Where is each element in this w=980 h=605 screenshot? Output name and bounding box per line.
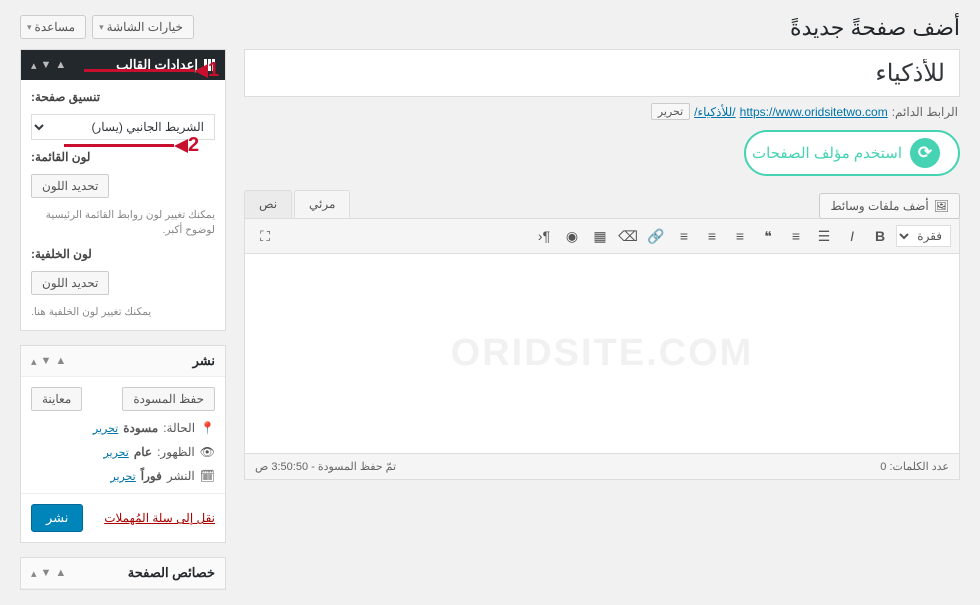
align-right-icon[interactable]: ≡ [728,224,752,248]
publish-panel: نشر ▲▼▴ حفظ المسودة معاينة 📍 الحالة: مسو… [20,345,226,543]
readmore-icon[interactable]: ⌫ [616,224,640,248]
shortcode-icon[interactable]: ◉ [560,224,584,248]
title-area: 1 [244,49,960,97]
page-attributes-header[interactable]: خصائص الصفحة ▲▼▴ [21,558,225,589]
theme-settings-panel: إعدادات القالب ▲▼▴ تنسيق صفحة: الشريط ال… [20,49,226,331]
paragraph-format-select[interactable]: فقرة [896,225,951,247]
toolbar-toggle-icon[interactable]: ▦ [588,224,612,248]
tab-text[interactable]: نص [244,190,292,218]
page-builder-button[interactable]: ⟳ استخدم مؤلف الصفحات [744,130,960,176]
menu-color-button[interactable]: تحديد اللون [31,174,109,198]
help-button[interactable]: مساعدة [20,15,86,39]
bg-color-label: لون الخلفية: [31,247,92,261]
tab-visual[interactable]: مرئي [294,190,350,218]
save-draft-button[interactable]: حفظ المسودة [122,387,215,411]
pin-icon: 📍 [200,421,215,435]
collapse-icon[interactable]: ▴ [31,355,37,368]
permalink-label: الرابط الدائم: [892,105,958,119]
preview-button[interactable]: معاينة [31,387,82,411]
align-center-icon[interactable]: ≡ [700,224,724,248]
editor-status-bar: عدد الكلمات: 0 تمّ حفظ المسودة - 3:50:50… [244,454,960,480]
schedule-row: 🗓 النشر فوراً تحرير [31,469,215,483]
page-attributes-panel: خصائص الصفحة ▲▼▴ [20,557,226,590]
link-icon[interactable]: 🔗 [644,224,668,248]
eye-icon: 👁 [200,445,215,459]
bold-icon[interactable]: B [868,224,892,248]
page-title-input[interactable] [244,49,960,97]
permalink-base[interactable]: https://www.oridsitetwo.com [740,105,888,119]
annotation-1: 1 [84,59,227,82]
italic-icon[interactable]: I [840,224,864,248]
schedule-edit-link[interactable]: تحرير [110,470,135,483]
page-heading: أضف صفحةً جديدةً [790,15,960,41]
editor-toolbar: فقرة B I ☰ ≡ ❝ ≡ ≡ ≡ 🔗 ⌫ ▦ ◉ ¶‹ ⛶ [244,218,960,254]
quote-icon[interactable]: ❝ [756,224,780,248]
calendar-icon: 🗓 [200,469,215,483]
bullet-list-icon[interactable]: ☰ [812,224,836,248]
arrow-down-icon[interactable]: ▼ [41,567,52,580]
add-media-button[interactable]: 🖼 أضف ملفات وسائط [819,193,960,219]
arrow-up-icon[interactable]: ▲ [55,355,66,368]
camera-icon: 🖼 [934,199,949,213]
visibility-row: 👁 الظهور: عام تحرير [31,445,215,459]
ltr-icon[interactable]: ¶‹ [532,224,556,248]
arrow-up-icon[interactable]: ▲ [55,59,66,72]
arrow-down-icon[interactable]: ▼ [41,355,52,368]
annotation-2: 2 [64,134,207,157]
watermark: ORIDSITE.COM [451,332,754,375]
visibility-edit-link[interactable]: تحرير [103,446,128,459]
bg-color-hint: يمكنك تغيير لون الخلفية هنا. [31,305,151,320]
align-left-icon[interactable]: ≡ [672,224,696,248]
number-list-icon[interactable]: ≡ [784,224,808,248]
move-to-trash-link[interactable]: نقل إلى سلة المُهملات [104,511,215,525]
permalink-slug[interactable]: /للأذكياء/ [694,105,735,119]
collapse-icon[interactable]: ▴ [31,59,37,72]
permalink-row: الرابط الدائم: https://www.oridsitetwo.c… [246,103,958,120]
status-row: 📍 الحالة: مسودة تحرير [31,421,215,435]
bg-color-button[interactable]: تحديد اللون [31,271,109,295]
fullscreen-icon[interactable]: ⛶ [253,224,277,248]
editor-body[interactable]: ORIDSITE.COM [244,254,960,454]
builder-icon: ⟳ [910,138,940,168]
collapse-icon[interactable]: ▴ [31,567,37,580]
screen-options-button[interactable]: خيارات الشاشة [92,15,194,39]
arrow-up-icon[interactable]: ▲ [55,567,66,580]
menu-color-hint: يمكنك تغيير لون روابط القائمة الرئيسية ل… [31,208,215,237]
publish-header[interactable]: نشر ▲▼▴ [21,346,225,377]
arrow-down-icon[interactable]: ▼ [41,59,52,72]
builder-label: استخدم مؤلف الصفحات [752,144,902,162]
permalink-edit-button[interactable]: تحرير [651,103,690,120]
status-edit-link[interactable]: تحرير [93,422,118,435]
layout-label: تنسيق صفحة: [31,90,100,104]
